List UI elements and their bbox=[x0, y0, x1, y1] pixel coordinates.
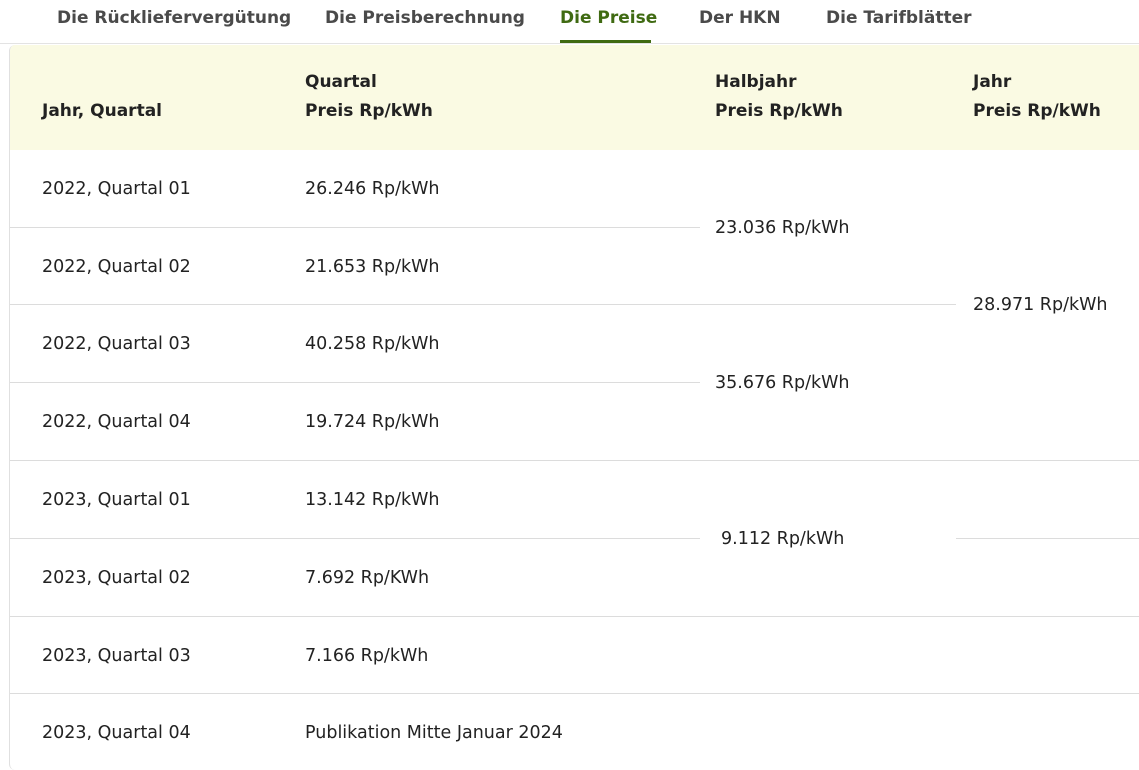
row-2-quarter-price: 21.653 Rp/kWh bbox=[305, 257, 440, 277]
row-1-period: 2022, Quartal 01 bbox=[42, 179, 191, 199]
row-6-period: 2023, Quartal 02 bbox=[42, 568, 191, 588]
half-year-price-2: 35.676 Rp/kWh bbox=[715, 373, 850, 393]
row-8-quarter-price: Publikation Mitte Januar 2024 bbox=[305, 723, 563, 743]
price-table: Jahr, Quartal Quartal Preis Rp/kWh Halbj… bbox=[9, 45, 1139, 770]
row-1-quarter-price: 26.246 Rp/kWh bbox=[305, 179, 440, 199]
row-divider bbox=[10, 538, 700, 539]
header-period: Jahr, Quartal bbox=[42, 101, 162, 121]
row-5-period: 2023, Quartal 01 bbox=[42, 490, 191, 510]
header-half-title: Halbjahr bbox=[715, 72, 797, 92]
table-header: Jahr, Quartal Quartal Preis Rp/kWh Halbj… bbox=[10, 45, 1139, 150]
row-3-period: 2022, Quartal 03 bbox=[42, 334, 191, 354]
header-quarter-unit: Preis Rp/kWh bbox=[305, 101, 433, 121]
header-year-unit: Preis Rp/kWh bbox=[973, 101, 1101, 121]
tab-tarifblaetter[interactable]: Die Tarifblätter bbox=[826, 8, 972, 28]
tab-rueckliefervergutung[interactable]: Die Rückliefervergütung bbox=[57, 8, 291, 28]
year-price-2022: 28.971 Rp/kWh bbox=[973, 295, 1108, 315]
row-4-quarter-price: 19.724 Rp/kWh bbox=[305, 412, 440, 432]
row-divider bbox=[956, 538, 1139, 539]
tab-preisberechnung[interactable]: Die Preisberechnung bbox=[325, 8, 525, 28]
row-8-period: 2023, Quartal 04 bbox=[42, 723, 191, 743]
row-6-quarter-price: 7.692 Rp/KWh bbox=[305, 568, 430, 588]
row-divider bbox=[10, 616, 1139, 617]
half-year-price-1: 23.036 Rp/kWh bbox=[715, 218, 850, 238]
header-quarter-title: Quartal bbox=[305, 72, 377, 92]
row-divider bbox=[10, 227, 700, 228]
row-3-quarter-price: 40.258 Rp/kWh bbox=[305, 334, 440, 354]
tab-preise[interactable]: Die Preise bbox=[560, 8, 657, 28]
row-divider bbox=[10, 693, 1139, 694]
row-divider bbox=[10, 460, 1139, 461]
row-5-quarter-price: 13.142 Rp/kWh bbox=[305, 490, 440, 510]
row-7-quarter-price: 7.166 Rp/kWh bbox=[305, 646, 429, 666]
header-year-title: Jahr bbox=[973, 72, 1012, 92]
row-2-period: 2022, Quartal 02 bbox=[42, 257, 191, 277]
tab-hkn[interactable]: Der HKN bbox=[699, 8, 781, 28]
header-half-unit: Preis Rp/kWh bbox=[715, 101, 843, 121]
row-7-period: 2023, Quartal 03 bbox=[42, 646, 191, 666]
tab-bar: Die Rückliefervergütung Die Preisberechn… bbox=[0, 0, 1139, 44]
row-divider bbox=[10, 304, 956, 305]
half-year-price-3: 9.112 Rp/kWh bbox=[721, 529, 845, 549]
row-4-period: 2022, Quartal 04 bbox=[42, 412, 191, 432]
active-tab-indicator bbox=[560, 40, 651, 43]
row-divider bbox=[10, 382, 700, 383]
